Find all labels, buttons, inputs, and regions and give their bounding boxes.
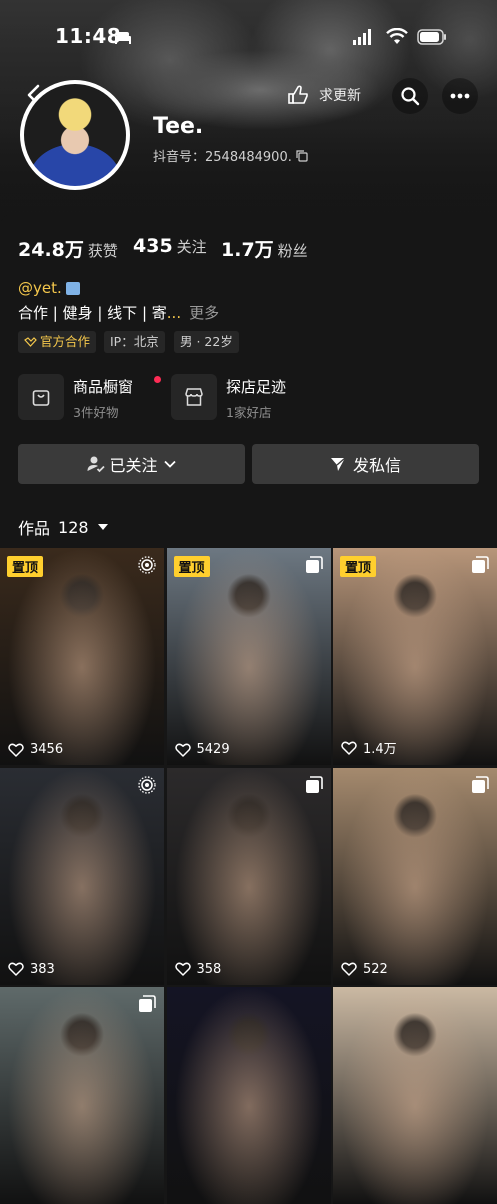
heart-icon — [8, 743, 24, 757]
like-count-value: 3456 — [30, 742, 64, 757]
heart-icon — [341, 741, 357, 755]
gallery-icon — [472, 775, 489, 793]
avatar[interactable] — [20, 80, 130, 190]
gallery-icon — [305, 556, 323, 573]
stat-following[interactable]: 435 关注 — [133, 235, 207, 257]
like-count: 1.4万 — [341, 738, 397, 757]
douyin-id: 抖音号：2548484900. — [153, 150, 292, 165]
like-count: 5429 — [174, 742, 230, 757]
bed-icon — [115, 32, 131, 44]
search-button[interactable] — [392, 78, 428, 114]
bio-text-row[interactable]: 合作 | 健身 | 线下 | 寄 ... 更多 — [18, 302, 219, 323]
shopping-bag-icon — [32, 390, 50, 406]
request-update-button[interactable]: 求更新 — [287, 84, 361, 106]
stat-likes-label: 获赞 — [87, 242, 118, 260]
tag-gender-age: 男 · 22岁 — [174, 331, 239, 353]
store-visits-title: 探店足迹 — [226, 378, 287, 396]
gallery-icon — [305, 775, 323, 793]
live-photo-icon — [138, 556, 156, 574]
following-label: 已关注 — [109, 456, 158, 475]
battery-icon — [417, 29, 446, 45]
stat-following-label: 关注 — [176, 238, 207, 256]
works-tab[interactable]: 作品 128 — [18, 515, 109, 539]
like-count-value: 1.4万 — [363, 742, 397, 757]
store-visits-subtitle: 1家好店 — [226, 405, 272, 420]
shop-window-title: 商品橱窗 — [73, 378, 134, 396]
like-count: 358 — [174, 961, 222, 977]
like-count: 3456 — [8, 742, 63, 757]
user-check-icon — [87, 456, 106, 473]
douyin-id-row[interactable]: 抖音号：2548484900. — [153, 146, 308, 165]
heart-icon — [174, 962, 191, 976]
more-options-button[interactable] — [442, 78, 478, 114]
tag-official-label: 官方合作 — [40, 334, 91, 349]
search-icon — [401, 87, 420, 106]
tag-official-cooperation[interactable]: 官方合作 — [18, 331, 97, 353]
store-icon — [185, 388, 203, 406]
send-icon — [330, 457, 346, 471]
gallery-icon — [139, 995, 156, 1012]
like-count-value: 522 — [363, 961, 388, 977]
video-grid: 置顶 3456 置顶 5429 置顶 1.4万 383 358 522 — [0, 548, 497, 1204]
works-label: 作品 — [18, 519, 51, 538]
status-time: 11:48 — [55, 24, 122, 48]
bio-ellipsis: ... — [166, 303, 182, 322]
stat-followers[interactable]: 1.7万 粉丝 — [221, 235, 308, 262]
pinned-badge: 置顶 — [173, 556, 210, 577]
video-thumbnail[interactable] — [333, 987, 497, 1204]
like-count: 383 — [8, 962, 55, 977]
video-thumbnail[interactable]: 522 — [333, 767, 497, 985]
stat-followers-label: 粉丝 — [277, 242, 308, 260]
store-icon-box — [171, 374, 217, 420]
request-update-label: 求更新 — [319, 88, 361, 104]
send-message-button[interactable]: 发私信 — [252, 444, 479, 484]
hand-point-icon — [288, 85, 308, 104]
ice-cube-icon — [65, 281, 80, 295]
live-photo-icon — [138, 775, 156, 794]
shop-icon-box — [18, 374, 64, 420]
video-thumbnail[interactable]: 置顶 5429 — [166, 548, 331, 765]
notification-dot — [154, 376, 161, 383]
store-visits-card[interactable]: 探店足迹 1家好店 — [171, 374, 311, 422]
copy-icon — [296, 149, 308, 162]
dropdown-triangle-icon — [97, 524, 108, 530]
heart-icon — [8, 962, 24, 976]
handshake-icon — [24, 336, 37, 347]
bio-mention-row[interactable]: @yet. — [18, 279, 80, 297]
video-thumbnail[interactable]: 358 — [166, 767, 331, 985]
shop-window-card[interactable]: 商品橱窗 3件好物 — [18, 374, 161, 422]
works-count: 128 — [58, 517, 89, 537]
stat-likes-value: 24.8万 — [18, 239, 84, 261]
bio-mention[interactable]: @yet. — [18, 279, 62, 297]
video-thumbnail[interactable]: 383 — [0, 767, 164, 985]
video-thumbnail[interactable]: 置顶 3456 — [0, 548, 164, 765]
like-count-value: 358 — [196, 961, 222, 977]
pinned-badge: 置顶 — [340, 556, 377, 577]
heart-icon — [341, 962, 357, 976]
gallery-icon — [472, 556, 489, 573]
bio-text: 合作 | 健身 | 线下 | 寄 — [18, 304, 167, 322]
profile-name: Tee. — [153, 114, 204, 139]
video-thumbnail[interactable] — [0, 987, 164, 1204]
stat-followers-value: 1.7万 — [221, 239, 274, 261]
send-message-label: 发私信 — [352, 456, 401, 475]
shop-window-subtitle: 3件好物 — [73, 405, 119, 420]
heart-icon — [174, 743, 191, 757]
chevron-down-icon — [163, 460, 176, 468]
video-thumbnail[interactable] — [166, 987, 331, 1204]
tag-ip: IP：北京 — [104, 331, 165, 353]
video-thumbnail[interactable]: 置顶 1.4万 — [333, 548, 497, 765]
wifi-icon — [386, 28, 408, 44]
stat-likes[interactable]: 24.8万 获赞 — [18, 235, 118, 262]
like-count-value: 383 — [30, 961, 55, 977]
cellular-signal-icon — [353, 29, 371, 45]
pinned-badge: 置顶 — [7, 556, 44, 577]
following-button[interactable]: 已关注 — [18, 444, 245, 484]
more-dots-icon — [450, 93, 470, 99]
stat-following-value: 435 — [133, 235, 173, 257]
like-count: 522 — [341, 962, 388, 977]
like-count-value: 5429 — [196, 742, 230, 757]
bio-more-link[interactable]: 更多 — [189, 302, 219, 323]
